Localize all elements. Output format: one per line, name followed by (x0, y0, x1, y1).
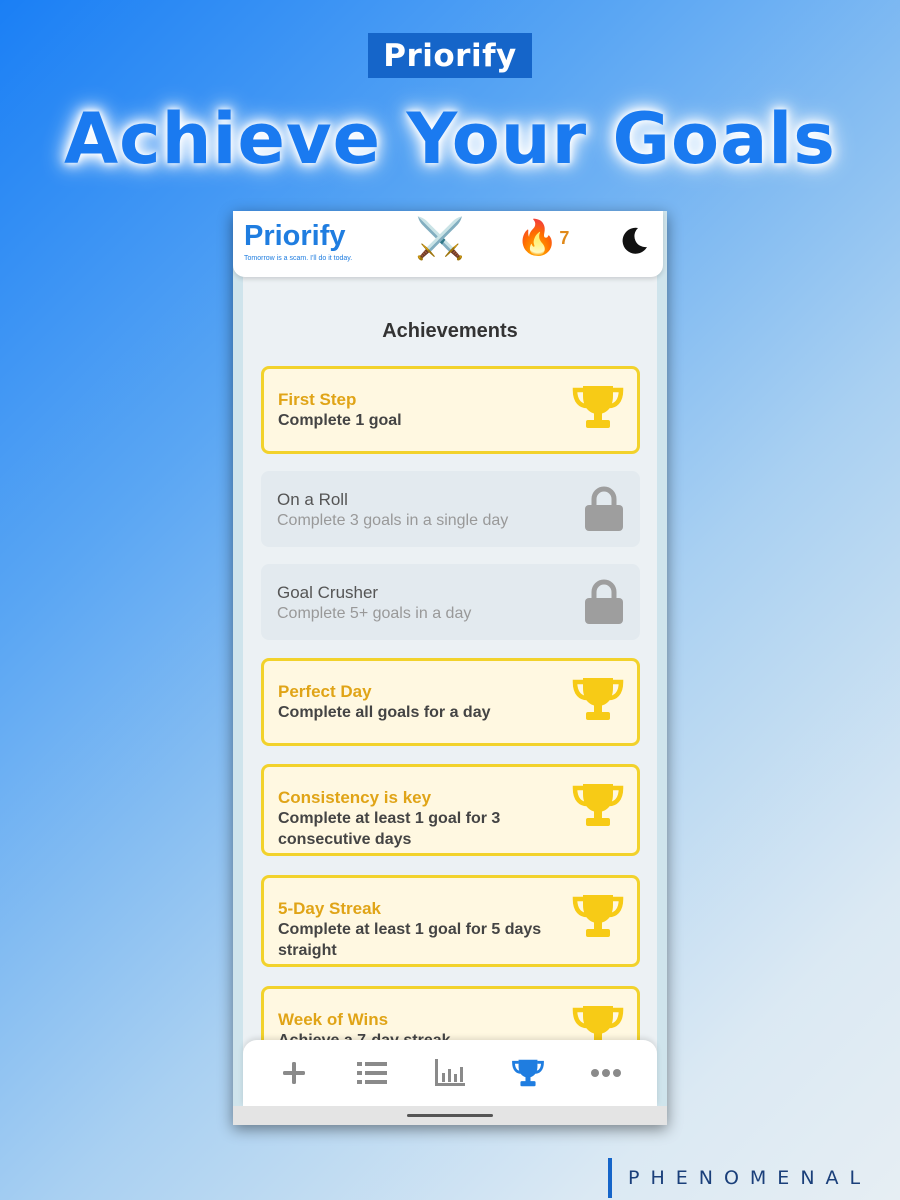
achievement-card[interactable]: Perfect Day Complete all goals for a day (261, 658, 640, 746)
streak-count: 7 (559, 228, 570, 248)
achievement-description: Complete 5+ goals in a day (277, 605, 472, 622)
footer-brand-text: PHENOMENAL (628, 1167, 872, 1189)
footer-brand: PHENOMENAL (608, 1158, 871, 1198)
home-indicator[interactable] (407, 1114, 493, 1117)
achievement-description: Complete 1 goal (278, 412, 402, 429)
achievement-title: Goal Crusher (277, 583, 379, 602)
nav-add[interactable] (274, 1053, 314, 1093)
achievement-card[interactable]: 5-Day Streak Complete at least 1 goal for… (261, 875, 640, 967)
app-header: Priorify Tomorrow is a scam. I'll do it … (233, 211, 663, 277)
phone-screen: Priorify Tomorrow is a scam. I'll do it … (233, 211, 667, 1125)
promo-brand-badge: Priorify (368, 33, 532, 78)
nav-list[interactable] (352, 1053, 392, 1093)
more-icon (591, 1069, 621, 1077)
crossed-swords-icon[interactable]: ⚔️ (415, 219, 465, 259)
achievement-title: On a Roll (277, 490, 348, 509)
trophy-icon (571, 892, 625, 945)
achievement-description: Complete all goals for a day (278, 704, 491, 721)
footer-divider (608, 1158, 612, 1198)
achievements-page: Achievements First Step Complete 1 goal O… (243, 275, 657, 1125)
app-tagline: Tomorrow is a scam. I'll do it today. (244, 255, 353, 262)
nav-more[interactable] (586, 1053, 626, 1093)
achievement-card[interactable]: On a Roll Complete 3 goals in a single da… (261, 471, 640, 547)
lock-icon (584, 579, 624, 630)
chart-icon (435, 1059, 465, 1086)
trophy-icon (571, 781, 625, 834)
bottom-nav (243, 1040, 657, 1106)
achievement-card[interactable]: Consistency is key Complete at least 1 go… (261, 764, 640, 856)
achievement-card[interactable]: Goal Crusher Complete 5+ goals in a day (261, 564, 640, 640)
plus-icon (283, 1062, 305, 1084)
streak-indicator[interactable]: 🔥 7 (516, 221, 569, 255)
nav-stats[interactable] (430, 1053, 470, 1093)
moon-icon[interactable] (618, 225, 650, 257)
page-title: Achievements (382, 320, 518, 342)
achievement-description: Complete at least 1 goal for 3 consecuti… (278, 810, 501, 848)
app-logo[interactable]: Priorify (244, 220, 346, 253)
lock-icon (584, 486, 624, 537)
achievement-card[interactable]: First Step Complete 1 goal (261, 366, 640, 454)
gesture-bar-area (233, 1106, 667, 1125)
fire-icon: 🔥 (516, 219, 559, 257)
trophy-icon (571, 383, 625, 436)
trophy-icon (512, 1059, 544, 1087)
achievement-description: Complete 3 goals in a single day (277, 512, 509, 529)
nav-achievements[interactable] (508, 1053, 548, 1093)
promo-headline: Achieve Your Goals (64, 98, 836, 180)
list-icon (357, 1062, 387, 1084)
trophy-icon (571, 675, 625, 728)
achievement-description: Complete at least 1 goal for 5 days stra… (278, 921, 542, 959)
